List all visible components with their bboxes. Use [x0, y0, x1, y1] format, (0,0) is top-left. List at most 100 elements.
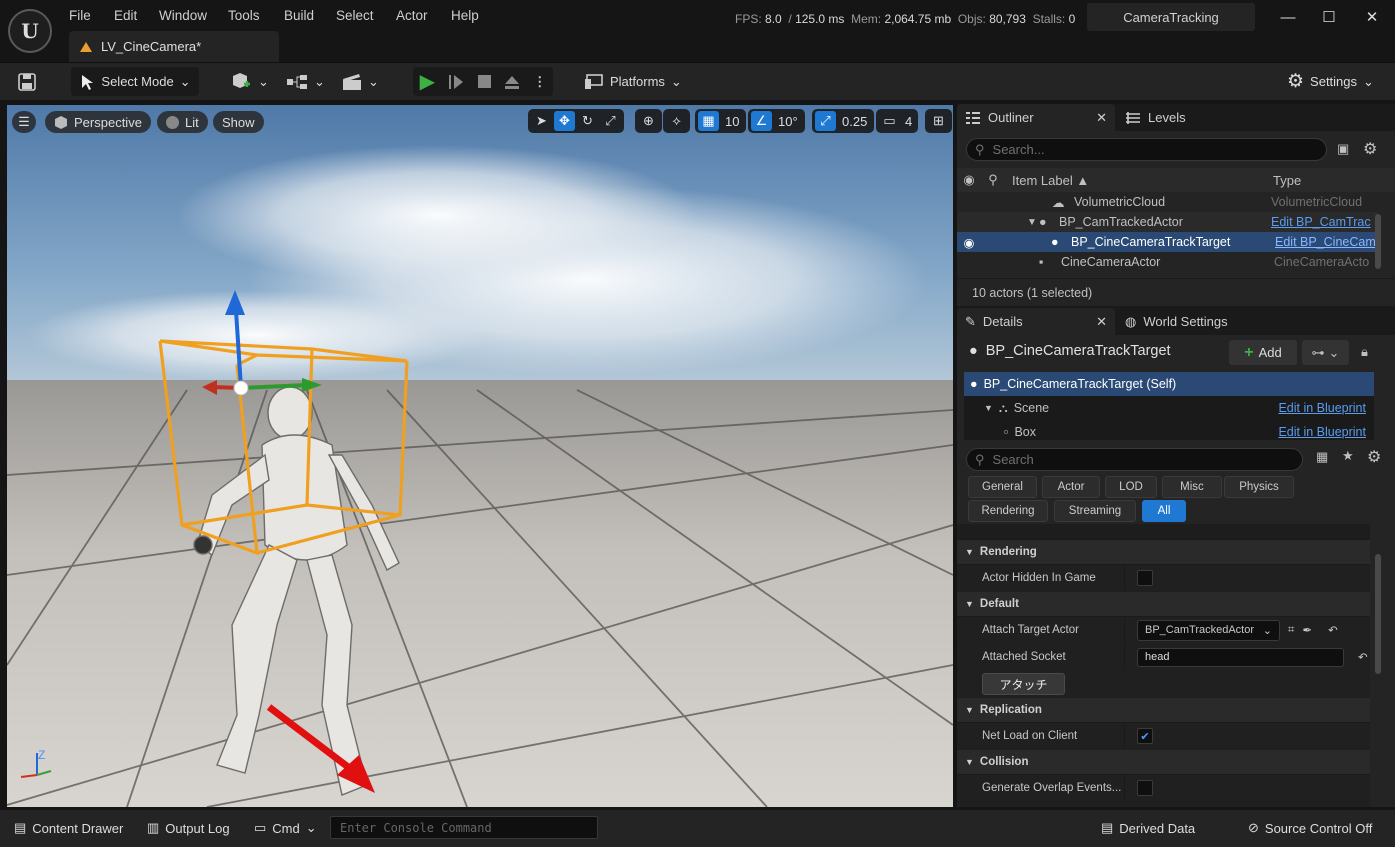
cmd-dropdown[interactable]: ▭ Cmd ⌄	[254, 814, 317, 842]
eyedropper-icon[interactable]: ✒	[1302, 623, 1312, 637]
category-collision[interactable]: ▼ Collision	[957, 750, 1370, 775]
camera-speed[interactable]: ▭ 4	[876, 109, 919, 133]
stop-icon[interactable]	[477, 75, 491, 88]
play-icon[interactable]: ▶	[420, 69, 435, 94]
actor-hidden-checkbox[interactable]	[1137, 570, 1153, 586]
list-item[interactable]: ▼ ● BP_CamTrackedActor Edit BP_CamTrac	[957, 212, 1377, 232]
filter-misc[interactable]: Misc	[1162, 476, 1222, 498]
item-label-column[interactable]: Item Label ▲	[1005, 173, 1267, 188]
maximize-button[interactable]: ☐	[1309, 6, 1349, 30]
move-icon[interactable]: ✥	[554, 111, 575, 131]
menu-window[interactable]: Window	[155, 6, 211, 25]
close-icon[interactable]: ✕	[1096, 314, 1107, 330]
console-command-input[interactable]: Enter Console Command	[330, 816, 598, 839]
visibility-eye-icon[interactable]: ◉	[957, 172, 981, 188]
list-item-selected[interactable]: ◉ ● BP_CineCameraTrackTarget Edit BP_Cin…	[957, 232, 1377, 252]
pin-icon[interactable]: ⚲	[981, 172, 1005, 188]
details-search-input[interactable]: ⚲ Search	[966, 448, 1303, 471]
filter-general[interactable]: General	[968, 476, 1037, 498]
menu-tools[interactable]: Tools	[224, 6, 264, 25]
derived-data-button[interactable]: ▤ Derived Data	[1101, 814, 1195, 842]
unreal-logo[interactable]: U	[8, 9, 52, 53]
overlap-events-checkbox[interactable]	[1137, 780, 1153, 796]
type-column[interactable]: Type	[1267, 173, 1301, 188]
edit-blueprint-link[interactable]: Edit BP_CineCam	[1275, 235, 1376, 249]
reset-icon[interactable]: ↶	[1358, 650, 1368, 664]
star-icon[interactable]: ★	[1342, 448, 1354, 464]
gear-icon[interactable]: ⚙	[1363, 139, 1377, 159]
edit-in-blueprint-link[interactable]: Edit in Blueprint	[1278, 425, 1374, 439]
eject-icon[interactable]	[504, 74, 520, 90]
grid-snap[interactable]: ▦ 10	[695, 109, 747, 133]
output-log-button[interactable]: ▥ Output Log	[147, 814, 230, 842]
world-local-toggle[interactable]: ⊕	[635, 109, 662, 133]
select-arrow-icon[interactable]: ➤	[531, 111, 552, 131]
lit-button[interactable]: Lit	[157, 111, 208, 133]
minimize-button[interactable]: —	[1268, 6, 1308, 30]
more-options-icon[interactable]: ⋮	[533, 74, 546, 90]
add-actor-button[interactable]: ⌄	[230, 67, 269, 96]
source-control-button[interactable]: ⊘ Source Control Off	[1248, 814, 1372, 842]
socket-input[interactable]: head	[1137, 647, 1344, 667]
filter-lod[interactable]: LOD	[1105, 476, 1157, 498]
outliner-scrollbar[interactable]	[1375, 214, 1381, 269]
settings-dropdown[interactable]: ⚙ Settings ⌄	[1287, 67, 1374, 96]
expand-arrow-icon[interactable]: ▼	[984, 403, 993, 413]
tab-details[interactable]: ✎ Details ✕	[957, 308, 1115, 335]
lock-icon[interactable]: 🔒︎	[1361, 344, 1368, 360]
level-tab[interactable]: LV_CineCamera*	[69, 31, 279, 62]
cinematics-button[interactable]: ⌄	[342, 67, 379, 96]
level-viewport[interactable]: Z ☰ Perspective Lit Show ➤ ✥ ↻ ⤢ ⊕ ⟡ ▦ 1…	[7, 105, 953, 807]
content-drawer-button[interactable]: ▤ Content Drawer	[14, 814, 123, 842]
menu-help[interactable]: Help	[447, 6, 483, 25]
viewport-menu-button[interactable]: ☰	[12, 111, 36, 133]
category-replication[interactable]: ▼ Replication	[957, 698, 1370, 723]
browse-actor-icon[interactable]: ⌗	[1288, 624, 1294, 637]
add-component-button[interactable]: + Add	[1229, 340, 1297, 365]
edit-in-blueprint-link[interactable]: Edit in Blueprint	[1278, 401, 1374, 415]
save-button[interactable]	[18, 67, 36, 96]
tab-world-settings[interactable]: ◍ World Settings	[1117, 308, 1257, 335]
scale-snap[interactable]: ⤢ 0.25	[812, 109, 875, 133]
menu-file[interactable]: File	[65, 6, 95, 25]
show-button[interactable]: Show	[213, 111, 264, 133]
reset-icon[interactable]: ↶	[1328, 623, 1338, 637]
layout-button[interactable]: ⊞	[925, 109, 952, 133]
rotate-icon[interactable]: ↻	[577, 111, 598, 131]
filter-physics[interactable]: Physics	[1224, 476, 1294, 498]
scale-icon[interactable]: ⤢	[600, 111, 621, 131]
filter-streaming[interactable]: Streaming	[1054, 500, 1136, 522]
component-scene[interactable]: ▼ ⛬ Scene Edit in Blueprint	[964, 396, 1374, 420]
table-view-icon[interactable]: ▦	[1316, 449, 1328, 465]
category-rendering[interactable]: ▼ Rendering	[957, 540, 1370, 565]
edit-blueprint-link[interactable]: Edit BP_CamTrac	[1271, 215, 1371, 229]
close-button[interactable]: ✕	[1352, 6, 1392, 30]
details-scrollbar[interactable]	[1375, 554, 1381, 674]
platforms-dropdown[interactable]: Platforms ⌄	[584, 67, 682, 96]
category-default[interactable]: ▼ Default	[957, 592, 1370, 617]
filter-all[interactable]: All	[1142, 500, 1186, 522]
filter-rendering[interactable]: Rendering	[968, 500, 1048, 522]
list-item[interactable]: ▪ CineCameraActor CineCameraActo	[957, 252, 1377, 272]
scene-render[interactable]: Z	[7, 105, 953, 807]
filter-actor[interactable]: Actor	[1042, 476, 1100, 498]
surface-snap-toggle[interactable]: ⟡	[663, 109, 690, 133]
rotation-snap[interactable]: ∠ 10°	[748, 109, 805, 133]
outliner-search-input[interactable]: ⚲ Search...	[966, 138, 1327, 161]
expand-arrow-icon[interactable]: ▼	[1027, 217, 1039, 228]
attach-target-dropdown[interactable]: BP_CamTrackedActor ⌄	[1137, 619, 1280, 641]
visibility-eye-icon[interactable]: ◉	[957, 235, 981, 250]
close-icon[interactable]: ✕	[1096, 110, 1107, 126]
tab-levels[interactable]: Levels	[1117, 104, 1227, 131]
blueprint-button[interactable]: ⌄	[286, 67, 325, 96]
add-folder-icon[interactable]: ▣	[1337, 141, 1349, 157]
menu-edit[interactable]: Edit	[110, 6, 141, 25]
menu-actor[interactable]: Actor	[392, 6, 432, 25]
blueprint-options-button[interactable]: ⊶ ⌄	[1302, 340, 1349, 365]
select-mode-dropdown[interactable]: Select Mode ⌄	[71, 67, 199, 96]
menu-select[interactable]: Select	[332, 6, 378, 25]
gear-icon[interactable]: ⚙	[1367, 447, 1381, 467]
step-icon[interactable]	[448, 74, 464, 90]
menu-build[interactable]: Build	[280, 6, 318, 25]
component-box[interactable]: ▫ Box Edit in Blueprint	[964, 420, 1374, 440]
